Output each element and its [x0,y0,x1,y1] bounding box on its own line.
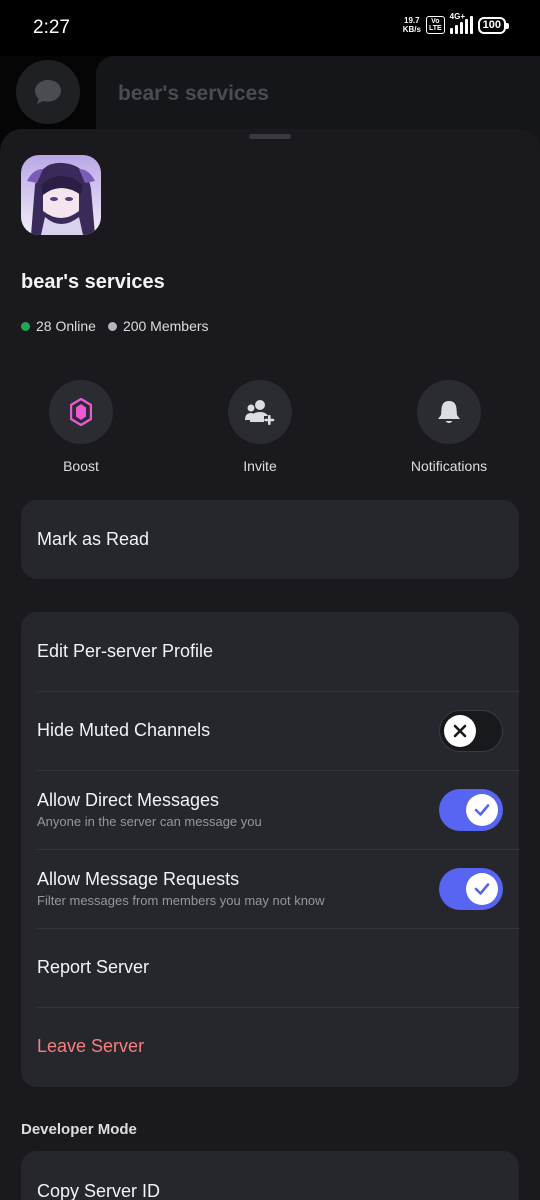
network-speed: 19.7 KB/s [402,16,421,34]
boost-button[interactable] [49,380,113,444]
battery-icon: 100 [477,16,510,34]
member-counts: 28 Online 200 Members [21,318,209,334]
hide-muted-toggle[interactable] [439,709,503,752]
sheet-drag-handle[interactable] [249,134,291,139]
server-settings-card: Edit Per-server Profile Hide Muted Chann… [21,612,519,1087]
online-count: 28 Online [21,318,96,334]
boost-action[interactable]: Boost [11,380,151,474]
server-name: bear's services [21,271,165,293]
notifications-label: Notifications [410,458,488,474]
chat-bubble-icon [35,80,61,104]
status-time: 2:27 [33,17,70,38]
server-icon [21,155,101,235]
developer-card: Copy Server ID [21,1151,519,1200]
report-server-item[interactable]: Report Server [21,928,519,1007]
members-dot-icon [107,321,117,331]
notifications-action[interactable]: Notifications [379,380,519,474]
volte-icon: Vo LTE [425,16,445,34]
add-user-icon [245,400,275,425]
allow-requests-item[interactable]: Allow Message Requests Filter messages f… [21,849,519,928]
status-bar: 2:27 19.7 KB/s Vo LTE 4G+ 100 [0,0,540,56]
invite-button[interactable] [228,380,292,444]
close-icon [453,724,467,737]
check-icon [474,803,490,816]
bell-icon [438,401,460,423]
boost-gem-icon [70,398,92,426]
signal-type: 4G+ [449,12,465,21]
allow-requests-toggle[interactable] [439,867,503,910]
leave-server-item[interactable]: Leave Server [21,1007,519,1086]
check-icon [474,882,490,895]
invite-label: Invite [243,458,277,474]
notifications-button[interactable] [417,380,481,444]
allow-dms-item[interactable]: Allow Direct Messages Anyone in the serv… [21,770,519,849]
developer-mode-heading: Developer Mode [21,1121,137,1138]
boost-label: Boost [63,458,99,474]
member-count: 200 Members [107,318,209,334]
direct-messages-button [16,60,80,124]
mark-read-card: Mark as Read [21,500,519,579]
edit-profile-item[interactable]: Edit Per-server Profile [21,612,519,691]
allow-dms-toggle[interactable] [439,788,503,831]
mark-as-read-item[interactable]: Mark as Read [21,500,519,579]
hide-muted-item[interactable]: Hide Muted Channels [21,691,519,770]
invite-action[interactable]: Invite [190,380,330,474]
signal-icon: 4G+ [449,12,473,34]
online-dot-icon [21,321,30,331]
copy-server-id-item[interactable]: Copy Server ID [21,1151,519,1200]
background-server-title: bear's services [118,82,269,105]
status-icons: 19.7 KB/s Vo LTE 4G+ 100 [402,12,510,34]
